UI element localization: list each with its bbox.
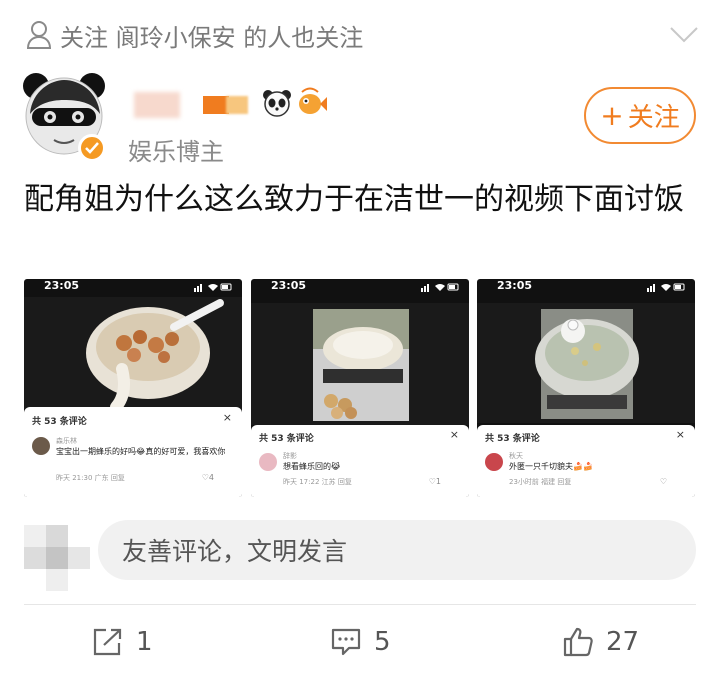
fish-badge-icon	[299, 87, 327, 114]
commenter-avatar	[485, 453, 503, 471]
status-time: 23:05	[497, 279, 533, 292]
close-icon: ×	[222, 411, 232, 424]
verified-badge-icon	[78, 134, 106, 162]
share-button[interactable]: 1	[92, 622, 153, 662]
like-count: 27	[606, 627, 640, 657]
follow-label: 关注	[627, 103, 680, 133]
comment-button[interactable]: 5	[330, 622, 391, 662]
commenter-avatar	[32, 437, 50, 455]
video-frame	[251, 303, 469, 425]
comment-likes: ♡	[659, 477, 667, 486]
commenter-avatar	[259, 453, 277, 471]
status-time: 23:05	[44, 279, 80, 292]
comment-icon	[331, 628, 361, 656]
comment-count: 共 53 条评论	[485, 434, 540, 444]
status-time: 23:05	[271, 279, 307, 292]
comment-text: 外匿一只千切貌夫🍰🍰	[509, 462, 593, 471]
like-button[interactable]: 27	[562, 622, 639, 662]
commenter-name: 辞影	[283, 452, 297, 460]
video-frame	[24, 297, 242, 409]
share-count: 1	[136, 627, 153, 657]
user-icon	[26, 21, 52, 49]
comment-meta: 昨天 21:30 广东 回复	[56, 474, 125, 482]
author-name-blurred[interactable]	[134, 92, 180, 118]
post-image-3[interactable]: 23:05 共 53 条评论 × 秋天 外匿一只千切貌夫🍰🍰 23小时前 福建 …	[477, 279, 695, 497]
close-icon: ×	[449, 428, 459, 441]
comment-input[interactable]: 友善评论，文明发言	[98, 520, 696, 580]
author-name-blurred-part	[226, 96, 248, 114]
status-icons	[194, 283, 232, 292]
comment-panel: 共 53 条评论 × 辞影 想看蜂乐回的😹 昨天 17:22 江苏 回复 ♡1	[251, 425, 469, 497]
comment-text: 想看蜂乐回的😹	[283, 462, 341, 471]
comment-meta: 23小时前 福建 回复	[509, 478, 572, 486]
status-icons	[647, 283, 685, 292]
post-image-2[interactable]: 23:05 共 53 条评论 × 辞影 想看蜂乐回的😹 昨天 17:22 江苏 …	[251, 279, 469, 497]
video-frame	[477, 303, 695, 423]
comment-count: 共 53 条评论	[32, 417, 87, 427]
comment-count: 5	[374, 627, 391, 657]
comment-panel: 共 53 条评论 × 森乐林 宝宝出一期蜂乐的好吗😂真的好可爱，我喜欢你 昨天 …	[24, 407, 242, 497]
author-title: 娱乐博主	[128, 138, 224, 166]
close-icon: ×	[675, 428, 685, 441]
comment-text: 宝宝出一期蜂乐的好吗😂真的好可爱，我喜欢你	[56, 447, 226, 456]
post-text: 配角姐为什么这么致力于在洁世一的视频下面讨饭	[24, 182, 684, 217]
status-icons	[421, 283, 459, 292]
plus-icon: +	[600, 99, 624, 132]
post-image-1[interactable]: 23:05 共 53 条评论 × 森乐林 宝宝出一期蜂乐的好吗😂真的好可爱，我喜…	[24, 279, 242, 497]
share-icon	[93, 628, 122, 656]
also-followed-text: 关注 阆玲小保安 的人也关注	[60, 23, 364, 52]
divider	[24, 604, 696, 605]
comment-panel: 共 53 条评论 × 秋天 外匿一只千切貌夫🍰🍰 23小时前 福建 回复 ♡	[477, 425, 695, 497]
comment-likes: ♡1	[428, 477, 441, 486]
panda-badge-icon	[263, 90, 291, 117]
commenter-name: 秋天	[509, 452, 523, 460]
comment-meta: 昨天 17:22 江苏 回复	[283, 478, 352, 486]
current-user-avatar-pixelated	[24, 525, 90, 591]
chevron-down-icon[interactable]	[668, 22, 700, 46]
commenter-name: 森乐林	[56, 437, 77, 445]
comment-likes: ♡4	[201, 473, 214, 482]
thumbs-up-icon	[563, 627, 593, 657]
follow-button[interactable]: + 关注	[584, 87, 696, 144]
comment-count: 共 53 条评论	[259, 434, 314, 444]
also-followed-hint[interactable]: 关注 阆玲小保安 的人也关注	[26, 18, 363, 52]
